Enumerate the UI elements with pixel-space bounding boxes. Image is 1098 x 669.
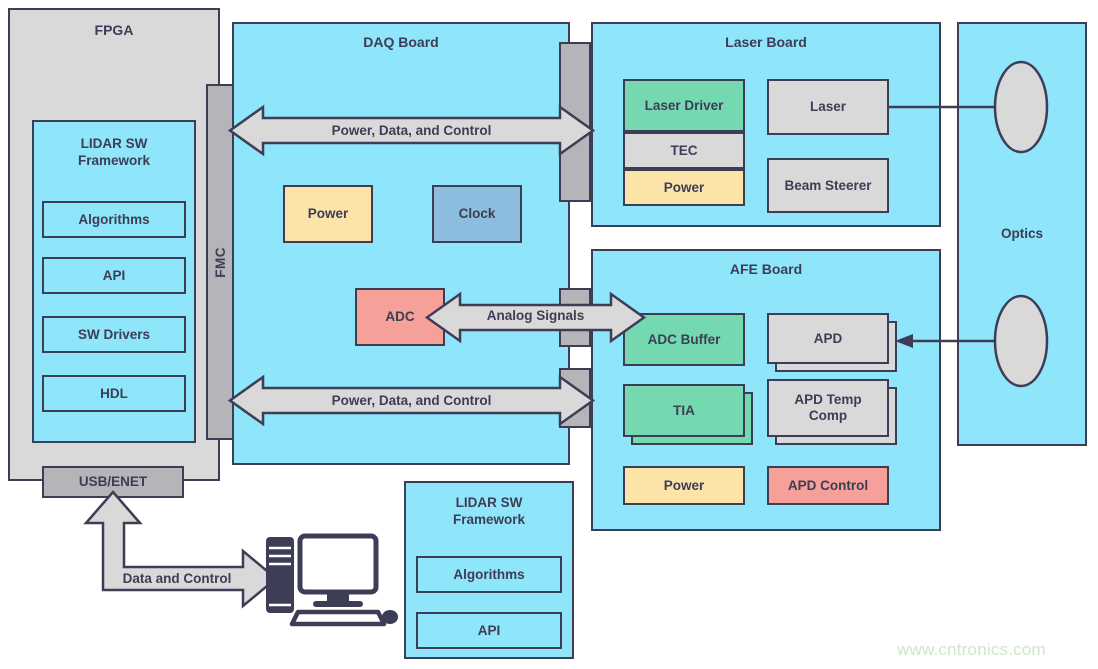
lidar-block-diagram: FPGA LIDAR SW Framework Algorithms API S… xyxy=(0,0,1098,669)
fpga-item-algorithms[interactable]: Algorithms xyxy=(42,201,186,238)
daq-board-title: DAQ Board xyxy=(363,34,439,50)
watermark: www.cntronics.com xyxy=(897,640,1046,659)
fpga-item-api[interactable]: API xyxy=(42,257,186,294)
arrow-label-analog-signals: Analog Signals xyxy=(486,308,585,323)
host-item-api[interactable]: API xyxy=(416,612,562,649)
arrow-data-and-control xyxy=(83,490,278,609)
daq-clock-block[interactable]: Clock xyxy=(432,185,522,243)
tia-block[interactable]: TIA xyxy=(623,384,745,437)
apd-temp-comp-block[interactable]: APD Temp Comp xyxy=(767,379,889,437)
afe-board-title: AFE Board xyxy=(729,261,803,277)
laser-board-title: Laser Board xyxy=(725,34,807,50)
daq-afe-analog-connector-bottom[interactable] xyxy=(559,329,591,347)
host-framework-title: LIDAR SW Framework xyxy=(452,495,526,527)
fpga-framework-title: LIDAR SW Framework xyxy=(77,136,151,168)
apd-control-block[interactable]: APD Control xyxy=(767,466,889,505)
arrow-label-power-data-control-top: Power, Data, and Control xyxy=(331,123,492,138)
laser-power-block[interactable]: Power xyxy=(623,169,745,206)
daq-afe-analog-connector-top[interactable] xyxy=(559,288,591,306)
usb-enet-connector[interactable]: USB/ENET xyxy=(42,466,184,498)
host-item-algorithms[interactable]: Algorithms xyxy=(416,556,562,593)
fpga-title: FPGA xyxy=(94,22,134,38)
daq-power-block[interactable]: Power xyxy=(283,185,373,243)
arrow-label-data-and-control: Data and Control xyxy=(122,571,232,586)
arrow-label-power-data-control-bottom: Power, Data, and Control xyxy=(331,393,492,408)
apd-temp-comp-block-stack[interactable]: APD Temp Comp xyxy=(767,379,897,446)
optics-block[interactable]: Optics xyxy=(957,22,1087,446)
fmc-label: FMC xyxy=(213,246,229,278)
beam-steerer-block[interactable]: Beam Steerer xyxy=(767,158,889,213)
afe-power-block[interactable]: Power xyxy=(623,466,745,505)
daq-laser-connector[interactable] xyxy=(559,42,591,202)
optics-title: Optics xyxy=(1000,226,1043,242)
